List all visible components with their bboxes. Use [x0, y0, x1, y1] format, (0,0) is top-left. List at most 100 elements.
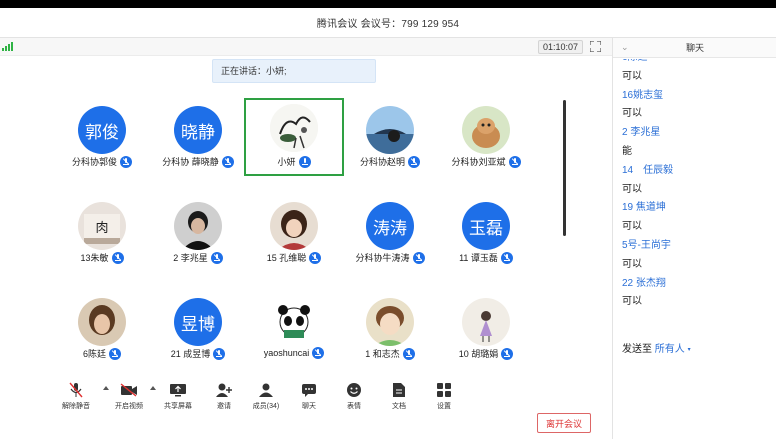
caret-down-icon: ▾ [687, 346, 691, 353]
unmute-label: 解除静音 [62, 403, 90, 410]
send-to-label: 发送至 [622, 344, 652, 355]
signal-strength-icon [2, 42, 13, 51]
chevron-up-icon[interactable] [150, 386, 156, 390]
mic-muted-icon [109, 347, 121, 360]
reactions-label: 表情 [347, 403, 361, 410]
participant-tile[interactable]: yaoshuncai [246, 294, 342, 364]
participant-name: yaoshuncai [263, 348, 310, 358]
invite-label: 邀请 [217, 403, 231, 410]
participant-name: 分科协郭俊 [71, 157, 117, 167]
share-screen-icon [169, 381, 187, 399]
participant-name: 15 孔维聪 [266, 253, 307, 263]
participant-tile-active-speaker[interactable]: 小妍 [244, 98, 344, 176]
mic-muted-icon [111, 251, 124, 264]
unmute-button[interactable]: 解除静音 [56, 381, 96, 417]
invite-button[interactable]: 邀请 [204, 381, 244, 417]
chat-title: 聊天 [685, 43, 704, 53]
avatar [462, 298, 510, 346]
participant-tile[interactable]: 分科协赵明 [342, 102, 438, 172]
send-to-selector[interactable]: 发送至 所有人 ▾ [622, 340, 691, 355]
mic-muted-icon [213, 347, 226, 360]
chat-message-text: 可以 [622, 258, 642, 270]
participant-name: 分科协 薛晓静 [162, 157, 219, 167]
participant-tile[interactable]: 15 孔维聪 [246, 198, 342, 268]
participant-tile[interactable]: 10 胡璐娟 [438, 294, 534, 364]
mic-muted-icon [309, 251, 322, 264]
meeting-timer: 01:10:07 [538, 40, 584, 54]
fullscreen-icon[interactable] [590, 41, 601, 52]
chat-icon [300, 381, 318, 399]
chat-label: 聊天 [302, 403, 316, 410]
avatar [270, 104, 318, 152]
avatar [78, 298, 126, 346]
mic-muted-icon [408, 155, 420, 168]
participant-tile[interactable]: 昱博 21 成昱博 [150, 294, 246, 364]
chat-header: ⌄ 聊天 [613, 38, 776, 58]
chat-message-text: 可以 [622, 108, 642, 120]
participant-tile[interactable]: 涛涛 分科协牛涛涛 [342, 198, 438, 268]
mic-muted-icon [221, 155, 234, 168]
avatar [462, 106, 510, 154]
avatar: 昱博 [174, 298, 222, 346]
participant-name: 1 和志杰 [365, 349, 400, 359]
chat-message-text: 能 [622, 145, 632, 157]
avatar: 郭俊 [78, 106, 126, 154]
photo-avatar-image: 肉 [78, 202, 126, 250]
share-screen-button[interactable]: 共享屏幕 [158, 381, 198, 417]
participant-tile[interactable]: 分科协刘亚斌 [438, 102, 534, 172]
mic-active-icon [298, 155, 311, 168]
document-icon [390, 381, 408, 399]
participant-name: 小妍 [277, 157, 296, 167]
reactions-button[interactable]: 表情 [334, 381, 374, 417]
avatar: 晓静 [174, 106, 222, 154]
active-speaker-banner: 正在讲话：小妍; [212, 59, 376, 83]
meeting-title: 腾讯会议 会议号：799 129 954 [316, 19, 460, 30]
participant-tile[interactable]: 肉 13朱敏 [54, 198, 150, 268]
leave-meeting-button[interactable]: 离开会议 [537, 413, 591, 433]
participant-tile[interactable]: 郭俊 分科协郭俊 [54, 102, 150, 172]
settings-grid-icon [435, 381, 453, 399]
emoji-icon [345, 381, 363, 399]
avatar [270, 202, 318, 250]
settings-label: 设置 [437, 403, 451, 410]
avatar [366, 298, 414, 346]
documents-label: 文档 [392, 403, 406, 410]
meeting-window: 腾讯会议 会议号：799 129 954 01:10:07 正在讲话：小妍; 郭… [0, 8, 776, 439]
chat-message-text: 可以 [622, 296, 642, 308]
members-button[interactable]: 成员(34) [246, 381, 286, 417]
video-off-icon [120, 381, 138, 399]
chevron-down-icon[interactable]: ⌄ [621, 42, 629, 53]
mic-muted-icon [120, 155, 132, 168]
participant-tile[interactable]: 2 李兆星 [150, 198, 246, 268]
photo-avatar-image [174, 202, 222, 250]
start-video-button[interactable]: 开启视频 [109, 381, 149, 417]
chat-sender-name: 2 李兆星 [622, 127, 661, 139]
chat-sender-name: 6陈廷 [613, 59, 776, 68]
chat-message-text: 可以 [622, 183, 642, 195]
participant-tile[interactable]: 玉磊 11 谭玉磊 [438, 198, 534, 268]
participant-name: 2 李兆星 [173, 253, 208, 263]
participant-tile[interactable]: 1 和志杰 [342, 294, 438, 364]
participant-name: 11 谭玉磊 [459, 253, 498, 263]
photo-avatar-image [366, 106, 414, 154]
participant-tile[interactable]: 6陈廷 [54, 294, 150, 364]
mic-muted-icon [210, 251, 223, 264]
mic-muted-icon [501, 347, 514, 360]
chat-button[interactable]: 聊天 [289, 381, 329, 417]
illustration-avatar-image [462, 298, 510, 346]
participant-grid-scrollbar[interactable] [563, 100, 566, 236]
chat-message-text: 可以 [622, 221, 642, 233]
svg-text:肉: 肉 [95, 221, 108, 236]
mic-muted-icon [500, 251, 513, 264]
avatar [270, 298, 318, 346]
participant-name: 分科协刘亚斌 [451, 157, 506, 167]
mic-muted-icon [508, 155, 521, 168]
participant-tile[interactable]: 晓静 分科协 薛晓静 [150, 102, 246, 172]
documents-button[interactable]: 文档 [379, 381, 419, 417]
start-video-label: 开启视频 [115, 403, 143, 410]
chat-sender-name: 5号-王尚宇 [622, 239, 671, 251]
chat-message-list[interactable]: 6陈廷可以16姚志玺可以2 李兆星能14 任辰毅可以19 焦道坤可以5号-王尚宇… [613, 59, 776, 355]
settings-button[interactable]: 设置 [424, 381, 464, 417]
add-user-icon [215, 381, 233, 399]
chat-message-text: 可以 [622, 70, 642, 82]
